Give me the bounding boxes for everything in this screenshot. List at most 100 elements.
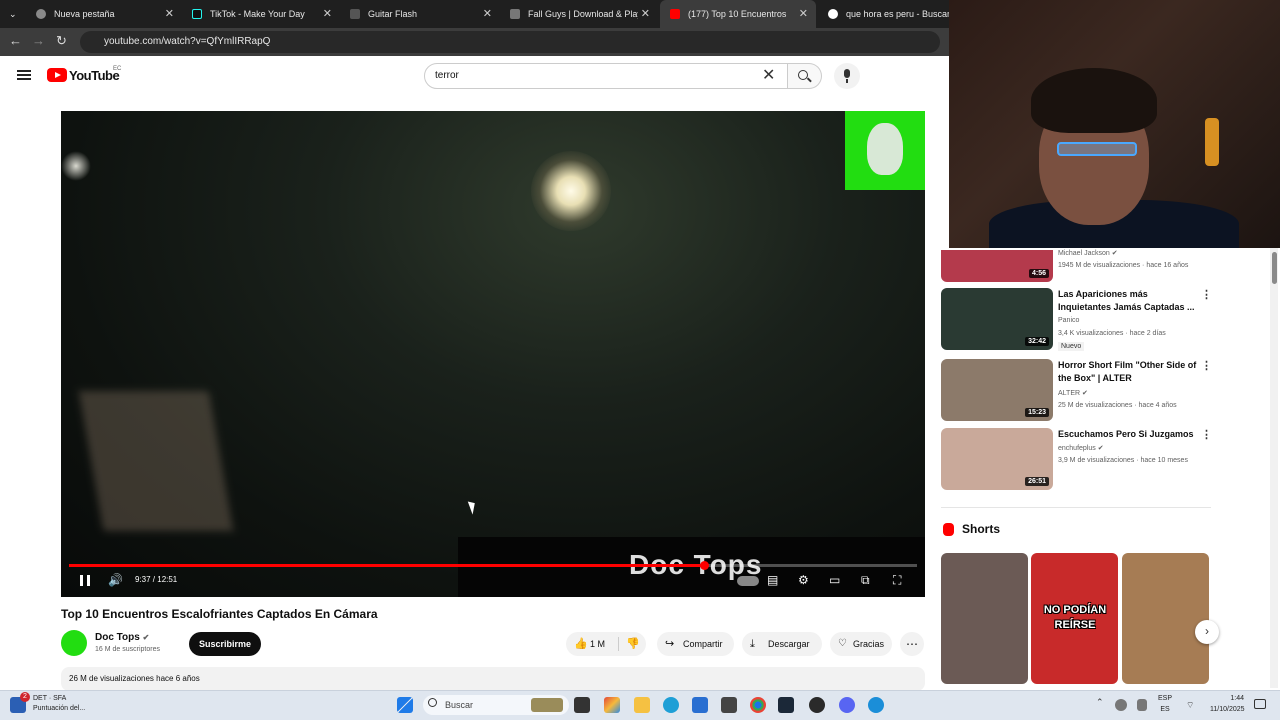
rec-channel[interactable]: ALTER ✔ (1058, 389, 1088, 397)
volume-icon[interactable]: 🔊 (108, 572, 123, 588)
close-icon[interactable]: ✕ (799, 0, 808, 28)
close-icon[interactable]: ✕ (641, 0, 650, 28)
recommendation-item[interactable]: 26:51 Escuchamos Pero Si Juzgamos enchuf… (941, 428, 1212, 490)
like-count[interactable]: 1 M (590, 632, 605, 656)
rec-channel[interactable]: Panico (1058, 317, 1079, 324)
youtube-wordmark[interactable]: YouTube (69, 68, 120, 83)
steam-icon[interactable] (778, 697, 794, 713)
rec-title[interactable]: Las Apariciones más Inquietantes Jamás C… (1058, 288, 1198, 314)
app-icon[interactable] (809, 697, 825, 713)
address-bar[interactable]: youtube.com/watch?v=QfYmlIRRapQ (80, 31, 940, 53)
tray-icon[interactable] (1115, 699, 1127, 711)
channel-avatar[interactable] (61, 630, 87, 656)
tab-guitar-flash[interactable]: Guitar Flash ✕ (340, 0, 500, 28)
more-vertical-icon[interactable]: ⋮ (1201, 359, 1212, 373)
recommendation-item[interactable]: 4:56 Michael Jackson ✔ 1945 M de visuali… (941, 250, 1211, 282)
channel-name-text: Doc Tops (95, 632, 140, 643)
tab-google-search[interactable]: que hora es peru - Buscar con (818, 0, 950, 28)
description-box[interactable]: 26 M de visualizaciones hace 6 años (61, 667, 925, 691)
rec-channel[interactable]: enchufeplus ✔ (1058, 444, 1104, 452)
progress-bar[interactable] (69, 561, 917, 570)
language-indicator[interactable]: ESP ES (1157, 693, 1173, 715)
recommendation-item[interactable]: 15:23 Horror Short Film "Other Side of t… (941, 359, 1212, 421)
fullscreen-icon[interactable]: ⛶ (893, 572, 901, 588)
notifications-icon[interactable] (1254, 699, 1266, 709)
recommendation-item[interactable]: 32:42 Las Apariciones más Inquietantes J… (941, 288, 1212, 351)
duration-badge: 26:51 (1025, 477, 1049, 486)
more-actions-button[interactable]: ⋯ (900, 632, 924, 656)
tab-youtube-active[interactable]: (177) Top 10 Encuentros Es ✕ (660, 0, 816, 28)
thanks-button[interactable]: ♡ Gracias (830, 632, 892, 656)
rec-channel[interactable]: Michael Jackson ✔ (1058, 249, 1118, 257)
pause-icon[interactable] (80, 575, 90, 586)
close-icon[interactable]: ✕ (483, 0, 492, 28)
chrome-icon[interactable] (750, 697, 766, 713)
shorts-next-button[interactable]: › (1195, 620, 1219, 644)
search-button[interactable] (788, 63, 822, 89)
video-thumbnail[interactable]: 15:23 (941, 359, 1053, 421)
reload-button[interactable]: ↻ (56, 33, 67, 49)
rec-title[interactable]: Horror Short Film "Other Side of the Box… (1058, 359, 1198, 385)
tab-tiktok[interactable]: TikTok - Make Your Day ✕ (182, 0, 340, 28)
video-thumbnail[interactable]: 32:42 (941, 288, 1053, 350)
theater-mode-icon[interactable]: ▭ (829, 572, 840, 588)
chevron-up-icon[interactable]: ⌃ (1096, 697, 1104, 708)
short-thumbnail[interactable] (1122, 553, 1209, 684)
video-thumbnail[interactable]: 4:56 (941, 250, 1053, 282)
scrollbar-track[interactable] (1270, 248, 1278, 688)
scrollbar-thumb[interactable] (1272, 252, 1277, 284)
tab-search-button[interactable]: ⌄ (0, 0, 26, 28)
tab-label: TikTok - Make Your Day (210, 9, 305, 19)
tray-icon[interactable] (1137, 699, 1147, 711)
discord-icon[interactable] (839, 697, 855, 713)
voice-search-button[interactable] (834, 63, 860, 89)
autoplay-toggle[interactable] (737, 572, 759, 588)
rec-title[interactable]: Escuchamos Pero Si Juzgamos (1058, 428, 1198, 441)
task-view-icon[interactable] (574, 697, 590, 713)
video-player[interactable]: Doc Tops 🔊 9:37 / 12:51 ▤ ⚙ ▭ ⧉ ⛶ (61, 111, 925, 597)
weather-line-2: Puntuación del... (33, 705, 86, 712)
short-thumbnail[interactable]: NO PODÍAN REÍRSE (1031, 553, 1118, 684)
subscribe-button[interactable]: Suscribirme (189, 632, 261, 656)
edge-icon[interactable] (663, 697, 679, 713)
subtitles-icon[interactable]: ▤ (767, 572, 778, 588)
tab-new[interactable]: Nueva pestaña ✕ (26, 0, 182, 28)
store-icon[interactable] (692, 697, 708, 713)
back-button[interactable]: ← (9, 33, 22, 49)
settings-icon[interactable]: ⚙ (798, 572, 809, 588)
channel-name[interactable]: Doc Tops ✔ (95, 632, 149, 643)
hamburger-menu-icon[interactable] (17, 70, 31, 80)
more-vertical-icon[interactable]: ⋮ (1201, 428, 1212, 442)
clear-search-icon[interactable]: ✕ (762, 66, 775, 86)
share-button[interactable]: ↪ Compartir (657, 632, 734, 656)
tab-fall-guys[interactable]: Fall Guys | Download & Play Fa ✕ (500, 0, 658, 28)
app-icon[interactable] (721, 697, 737, 713)
youtube-page: YouTube EC terror ✕ Doc Tops 🔊 9:37 / 12… (0, 56, 950, 691)
more-vertical-icon[interactable]: ⋮ (1201, 288, 1212, 302)
short-thumbnail[interactable] (941, 553, 1028, 684)
app-icon[interactable] (868, 697, 884, 713)
like-icon[interactable]: 👍 (574, 632, 588, 656)
close-icon[interactable]: ✕ (165, 0, 174, 28)
search-input[interactable]: terror (424, 63, 788, 89)
file-explorer-icon[interactable] (634, 697, 650, 713)
cast-icon[interactable]: ⧉ (861, 572, 870, 588)
close-icon[interactable]: ✕ (323, 0, 332, 28)
download-icon: ⤓ (750, 638, 755, 650)
dislike-icon[interactable]: 👎 (626, 632, 640, 656)
windows-start-icon[interactable] (397, 697, 413, 713)
time-display: 9:37 / 12:51 (135, 575, 178, 584)
divider (618, 637, 619, 651)
mouse-cursor-icon (467, 499, 479, 515)
youtube-logo-icon[interactable] (47, 68, 67, 82)
copilot-icon[interactable] (604, 697, 620, 713)
chevron-down-icon: ⌄ (9, 9, 17, 19)
wifi-icon[interactable]: ⌔ (1186, 700, 1194, 711)
forward-button[interactable]: → (32, 33, 45, 49)
like-dislike-group: 👍 1 M 👎 (566, 632, 646, 656)
weather-widget[interactable]: DET · SFA Puntuación del... (33, 694, 85, 714)
clock[interactable]: 1:44 11/10/2025 (1210, 693, 1245, 715)
chrome-icon (36, 9, 46, 19)
download-button[interactable]: ⤓ Descargar (742, 632, 822, 656)
video-thumbnail[interactable]: 26:51 (941, 428, 1053, 490)
